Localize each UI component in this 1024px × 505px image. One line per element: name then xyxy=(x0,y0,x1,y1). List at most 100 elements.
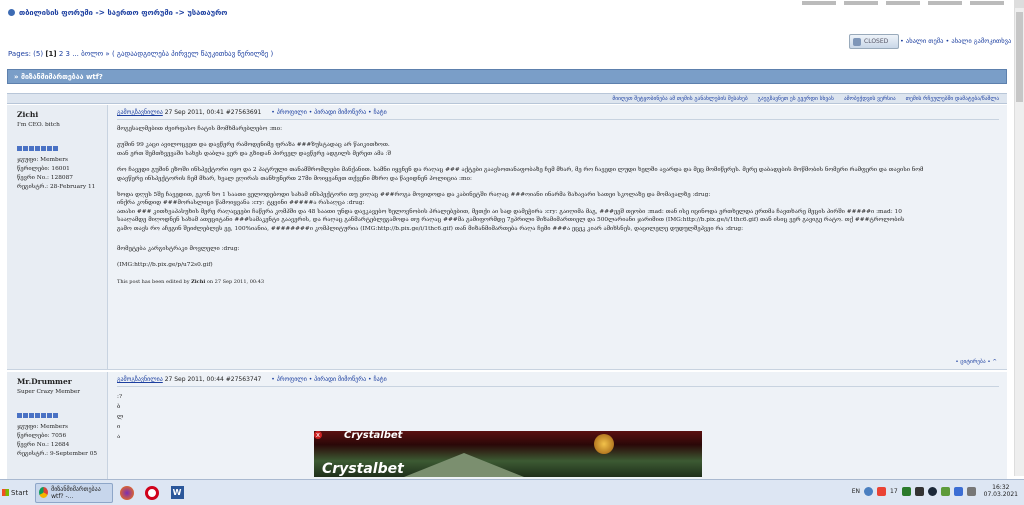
user-member-no: წევრი No.: 128087 xyxy=(17,175,73,181)
username[interactable]: Zichi xyxy=(17,110,38,119)
post-paragraph: მომეტება კარგისტრაკი მოვლელი :drug: xyxy=(117,246,240,253)
quote-link[interactable]: • ციტირება • ^ xyxy=(955,359,997,365)
clock-time: 16:32 xyxy=(992,484,1010,491)
user-post-count: წერილები: 16001 xyxy=(17,166,70,172)
app-icon[interactable] xyxy=(901,486,911,496)
print-version-link[interactable]: ამობეჭდვის ვერსია xyxy=(844,96,896,102)
windows-logo-icon xyxy=(2,489,9,496)
favorites-link[interactable]: თემის რჩეულებში დამატება/წაშლა xyxy=(906,96,999,102)
jump-unread-link[interactable]: ( გადაადგილება პირველ წაუკითხავ წერილზე … xyxy=(112,50,273,58)
thread-options-bar: მიიღეთ შეტყობინება ამ თემის განახლების შ… xyxy=(7,93,1007,104)
word-taskbar-button[interactable]: W xyxy=(166,483,188,503)
bluetooth-icon[interactable] xyxy=(953,486,963,496)
user-title: Super Crazy Member xyxy=(17,389,81,395)
advertisement-banner[interactable]: x Crystalbet Crystalbet xyxy=(314,431,702,477)
edited-note: This post has been edited by Zichi on 27… xyxy=(117,278,997,286)
coin-graphic xyxy=(594,434,614,454)
edited-prefix: This post has been edited by xyxy=(117,278,190,285)
user-group: ჯგუფი: Members xyxy=(17,157,68,163)
chrome-icon xyxy=(39,487,49,498)
thread-title-bar: » მიზანმიმართებაა wtf? xyxy=(7,69,1007,84)
page-scrollbar[interactable] xyxy=(1014,0,1024,476)
breadcrumb: თბილისის ფორუმი -> საერთო ფორუმი -> უსათ… xyxy=(8,8,227,17)
post-paragraph: მოგესალმებით ძვირფასო ჩატის მომხმარებლებ… xyxy=(117,126,283,132)
user-member-no: წევრი No.: 12684 xyxy=(17,442,70,448)
user-info-panel: Zichi I'm CEO. bitch ჯგუფი: Members წერი… xyxy=(7,105,108,369)
pagination: Pages: (5) [1] 2 3 ... ბოლო » ( გადაადგი… xyxy=(8,50,273,58)
edited-by: Zichi xyxy=(191,278,206,285)
start-button[interactable]: Start xyxy=(2,484,32,501)
post-actions[interactable]: • პროფილი • პირადი მიმოწერა • ჩატი xyxy=(271,109,386,116)
chrome-tab-title: მიზანმიმართებაა wtf? -... xyxy=(51,485,101,500)
post-image-link[interactable]: (IMG:http://b.pix.ge/p/u72s0.gif) xyxy=(117,261,997,269)
rank-pips xyxy=(17,146,58,151)
taskbar: Start მიზანმიმართებაა wtf? -... W EN 17 … xyxy=(0,479,1024,505)
ad-brand-bottom: Crystalbet xyxy=(322,461,404,477)
send-page-link[interactable]: გაუგზავნეთ ეს გვერდი სხვას xyxy=(758,96,834,102)
scroll-up-arrow-icon[interactable] xyxy=(1015,0,1024,8)
chrome-taskbar-button[interactable]: მიზანმიმართებაა wtf? -... xyxy=(35,482,113,503)
clock[interactable]: 16:32 07.03.2021 xyxy=(984,484,1018,498)
post-id[interactable]: #27563691 xyxy=(226,109,262,116)
thread-title: » მიზანმიმართებაა wtf? xyxy=(14,72,103,81)
post-line: ლ xyxy=(117,414,124,420)
user-stats: ჯგუფი: Members წერილები: 16001 წევრი No.… xyxy=(17,156,95,192)
page-links[interactable]: 2 3 ... ბოლო » xyxy=(59,50,110,58)
post-header: გამოგზავნილია 27 Sep 2011, 00:41 #275636… xyxy=(117,109,999,120)
user-title: I'm CEO. bitch xyxy=(17,122,60,128)
volume-icon[interactable] xyxy=(966,486,976,496)
language-indicator[interactable]: EN xyxy=(852,488,860,495)
help-icon[interactable] xyxy=(864,486,873,496)
rank-pips xyxy=(17,413,58,418)
post-paragraph: რო ჩავედი გუშინ ეზოში ინსპექტორი იყო და … xyxy=(117,167,924,182)
top-navigation xyxy=(802,0,1004,6)
breadcrumb-text[interactable]: თბილისის ფორუმი -> საერთო ფორუმი -> უსათ… xyxy=(19,8,227,17)
user-registered: რეგისტრ.: 28-February 11 xyxy=(17,184,96,190)
user-post-count: წერილები: 7056 xyxy=(17,433,67,439)
opera-icon xyxy=(145,485,159,500)
post-id[interactable]: #27563747 xyxy=(226,376,262,383)
post-date-link[interactable]: გამოგზავნილია xyxy=(117,109,163,116)
post-header: გამოგზავნილია 27 Sep 2011, 00:44 #275637… xyxy=(117,376,999,387)
post-line: :? xyxy=(117,394,123,400)
post-paragraph: ხოდა დღეს 5შე ჩავედით, ეკონ ხო 1 საათი ვ… xyxy=(117,192,905,232)
user-registered: რეგისტრ.: 9-September 05 xyxy=(17,451,98,457)
word-icon: W xyxy=(170,486,184,499)
post-paragraph: გუშინ 99 კაცი ავილოცვეთ და დავწერე რამოდ… xyxy=(117,142,391,157)
user-stats: ჯგუფი: Members წერილები: 7056 წევრი No.:… xyxy=(17,423,97,459)
mountain-graphic xyxy=(404,453,524,477)
current-page: [1] xyxy=(45,50,57,58)
forum-home-icon[interactable] xyxy=(8,9,15,16)
tray-count: 17 xyxy=(890,487,898,495)
pages-prefix: Pages: (5) xyxy=(8,50,44,58)
edited-suffix: on 27 Sep 2011, 00:43 xyxy=(206,278,265,285)
closed-label: CLOSED xyxy=(864,38,889,45)
network-icon[interactable] xyxy=(940,486,950,496)
shield-icon[interactable] xyxy=(914,486,924,496)
post-date-link[interactable]: გამოგზავნილია xyxy=(117,376,163,383)
subscribe-link[interactable]: მიიღეთ შეტყობინება ამ თემის განახლების შ… xyxy=(612,96,747,102)
ad-brand-top: Crystalbet xyxy=(344,431,403,441)
post-date: 27 Sep 2011, 00:44 xyxy=(164,376,224,383)
opera-taskbar-button[interactable] xyxy=(141,483,163,503)
start-label: Start xyxy=(11,488,29,497)
post-1: Zichi I'm CEO. bitch ჯგუფი: Members წერი… xyxy=(7,105,1007,370)
username[interactable]: Mr.Drummer xyxy=(17,377,72,386)
user-group: ჯგუფი: Members xyxy=(17,424,68,430)
clock-date: 07.03.2021 xyxy=(983,491,1018,498)
system-tray: EN 17 16:32 07.03.2021 xyxy=(852,484,1018,498)
post-body: მოგესალმებით ძვირფასო ჩატის მომხმარებლებ… xyxy=(117,125,997,286)
lock-icon xyxy=(853,37,861,46)
post-date: 27 Sep 2011, 00:41 xyxy=(164,109,224,116)
new-topic-links[interactable]: • ახალი თემა • ახალი გამოკითხვა xyxy=(900,37,1011,45)
firefox-taskbar-button[interactable] xyxy=(116,483,138,503)
scroll-thumb[interactable] xyxy=(1016,12,1023,102)
gmail-icon[interactable] xyxy=(877,486,886,496)
closed-topic-button[interactable]: CLOSED xyxy=(849,34,899,49)
user-info-panel: Mr.Drummer Super Crazy Member ჯგუფი: Mem… xyxy=(7,372,108,479)
firefox-icon xyxy=(120,485,134,500)
post-actions[interactable]: • პროფილი • პირადი მიმოწერა • ჩატი xyxy=(271,376,386,383)
steam-icon[interactable] xyxy=(927,486,937,496)
post-line: ბ xyxy=(117,404,121,410)
ad-close-icon[interactable]: x xyxy=(314,431,322,439)
